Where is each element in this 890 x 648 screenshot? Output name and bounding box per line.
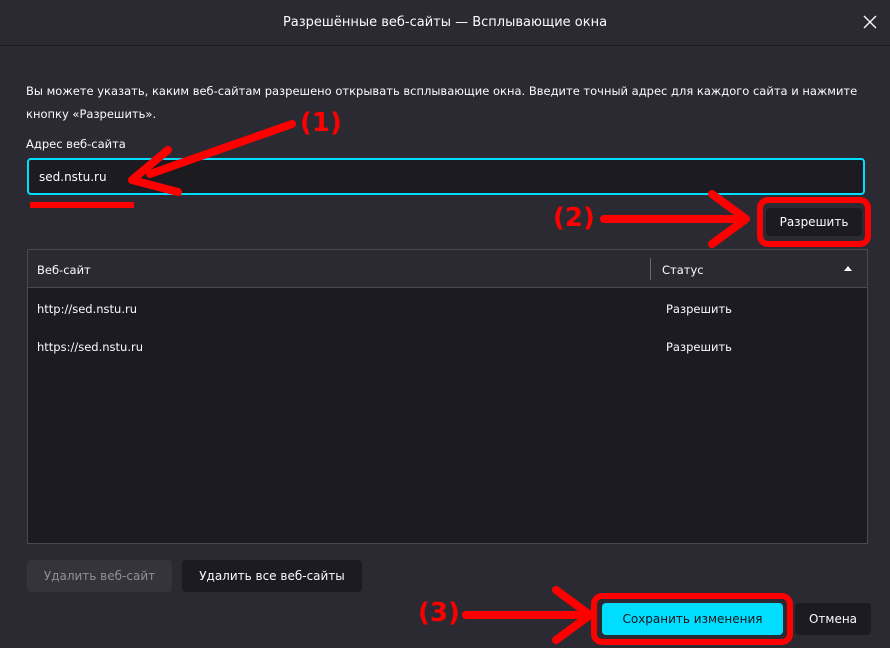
- annotation-step-1: (1): [300, 108, 342, 138]
- annotation-arrow-2: [600, 190, 750, 248]
- annotation-arrow-1: [128, 120, 296, 196]
- annotation-step-3: (3): [418, 598, 460, 628]
- annotation-step-2: (2): [553, 203, 595, 233]
- annotation-overlay: [30, 120, 871, 645]
- annotation-box-allow: [757, 197, 871, 247]
- annotation-box-save: [591, 593, 793, 645]
- annotation-arrow-3: [462, 586, 594, 644]
